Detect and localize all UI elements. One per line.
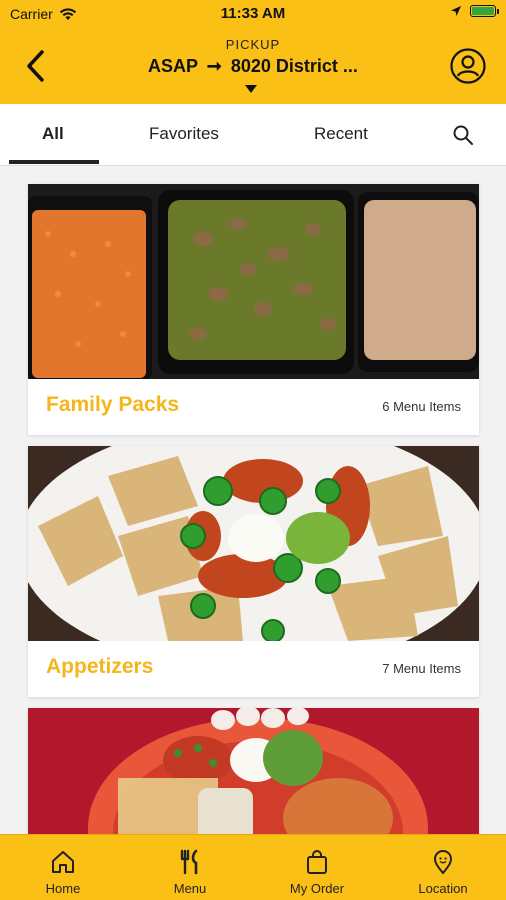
category-card-combination[interactable] <box>28 708 479 834</box>
home-icon <box>52 851 74 873</box>
tab-favorites[interactable]: Favorites <box>149 124 219 144</box>
nav-menu-label: Menu <box>173 881 207 896</box>
location-arrow-icon <box>451 6 461 16</box>
caret-down-icon[interactable] <box>245 85 257 93</box>
nav-home[interactable]: Home <box>13 835 113 900</box>
header: Carrier 11:33 AM PICKUP ASAP ➞ 8020 Dist… <box>0 0 506 104</box>
appetizers-image <box>28 446 479 641</box>
category-item-count: 6 Menu Items <box>382 399 461 414</box>
pickup-time: ASAP <box>148 56 198 76</box>
status-right <box>450 5 499 17</box>
category-item-count: 7 Menu Items <box>382 661 461 676</box>
nav-menu[interactable]: Menu <box>140 835 240 900</box>
family-packs-info: Family Packs 6 Menu Items <box>28 379 479 435</box>
category-list: Family Packs 6 Menu Items Appetizers 7 M… <box>0 166 506 834</box>
appetizers-info: Appetizers 7 Menu Items <box>28 641 479 697</box>
app-screen: Carrier 11:33 AM PICKUP ASAP ➞ 8020 Dist… <box>0 0 506 900</box>
tab-all[interactable]: All <box>42 124 64 144</box>
filter-tabs: All Favorites Recent <box>0 104 506 166</box>
search-icon[interactable] <box>452 124 474 146</box>
family-packs-image <box>28 184 479 379</box>
nav-my-order-label: My Order <box>289 881 345 896</box>
nav-home-label: Home <box>45 881 81 896</box>
active-tab-indicator <box>9 160 99 164</box>
category-card-appetizers[interactable]: Appetizers 7 Menu Items <box>28 446 479 697</box>
category-card-family-packs[interactable]: Family Packs 6 Menu Items <box>28 184 479 435</box>
bottom-navigation: Home Menu My Order Location <box>0 834 506 900</box>
order-mode-label: PICKUP <box>225 37 281 52</box>
category-title: Appetizers <box>46 655 154 678</box>
nav-my-order[interactable]: My Order <box>267 835 367 900</box>
bag-icon <box>307 850 327 874</box>
right-arrow-icon: ➞ <box>206 56 222 76</box>
status-bar: Carrier 11:33 AM <box>0 0 506 28</box>
clock: 11:33 AM <box>220 5 286 22</box>
combination-plate-image <box>28 708 479 834</box>
location-pin-icon <box>433 850 453 875</box>
fork-knife-icon <box>180 849 198 875</box>
pickup-location: 8020 District ... <box>230 56 358 76</box>
profile-icon[interactable] <box>450 48 486 84</box>
nav-location[interactable]: Location <box>393 835 493 900</box>
battery-icon <box>470 5 499 17</box>
category-title: Family Packs <box>46 393 180 416</box>
nav-location-label: Location <box>418 881 468 896</box>
pickup-location-selector[interactable]: ASAP ➞ 8020 District ... <box>0 56 506 77</box>
tab-recent[interactable]: Recent <box>314 124 368 144</box>
